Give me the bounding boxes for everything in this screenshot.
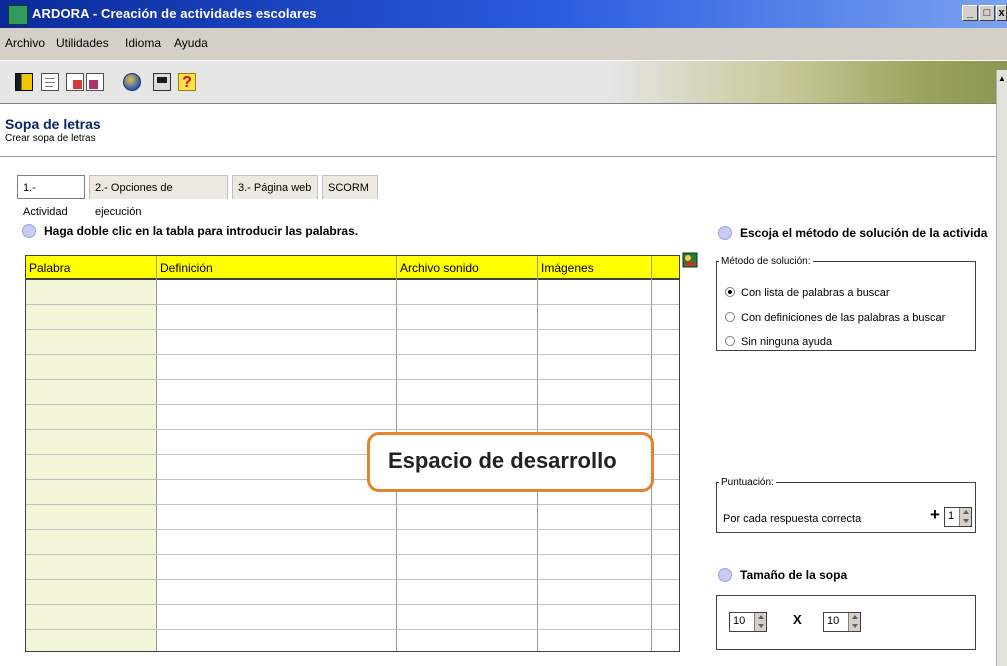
width-stepper[interactable]: 10	[729, 612, 767, 632]
row-line	[26, 579, 679, 580]
score-spin-buttons[interactable]	[959, 508, 971, 526]
radio-no-help-label: Sin ninguna ayuda	[741, 336, 833, 348]
row-line	[26, 354, 679, 355]
copy-pages-icon[interactable]	[66, 73, 84, 91]
minimize-button[interactable]: _	[962, 5, 978, 21]
row-line	[26, 529, 679, 530]
row-line	[26, 429, 679, 430]
row-line	[26, 629, 679, 630]
tab-pagina-web[interactable]: 3.- Página web	[232, 175, 318, 199]
close-button[interactable]: x	[996, 5, 1007, 21]
callout-text: Espacio de desarrollo	[388, 448, 617, 473]
size-group: 10 X 10	[716, 595, 976, 650]
menu-idioma[interactable]: Idioma	[125, 36, 161, 50]
tab-scorm[interactable]: SCORM	[322, 175, 378, 199]
vertical-scrollbar[interactable]: ▲	[996, 70, 1007, 666]
window-title: ARDORA - Creación de actividades escolar…	[32, 6, 317, 21]
col-palabra[interactable]: Palabra	[29, 261, 70, 275]
development-space-callout: Espacio de desarrollo	[367, 432, 654, 492]
instruction-method: Escoja el método de solución de la activ…	[740, 226, 988, 240]
score-value[interactable]: 1	[948, 510, 954, 522]
radio-definitions-label: Con definiciones de las palabras a busca…	[741, 312, 946, 324]
section-header: Sopa de letras Crear sopa de letras	[0, 104, 1000, 157]
solution-legend: Método de solución:	[721, 256, 811, 267]
tab-actividad[interactable]: 1.- Actividad	[17, 175, 85, 218]
new-page-icon[interactable]	[41, 73, 59, 91]
help-icon[interactable]: ?	[178, 73, 196, 91]
row-line	[26, 554, 679, 555]
app-icon	[8, 5, 28, 25]
book-icon[interactable]	[15, 73, 33, 91]
radio-selected-icon[interactable]	[725, 287, 735, 297]
score-stepper[interactable]: 1	[944, 507, 972, 527]
row-line	[26, 604, 679, 605]
col-imagenes[interactable]: Imágenes	[541, 261, 594, 275]
row-line	[26, 404, 679, 405]
width-value[interactable]: 10	[733, 615, 745, 627]
step-1-icon	[22, 224, 36, 238]
score-legend: Puntuación:	[721, 477, 774, 488]
height-value[interactable]: 10	[827, 615, 839, 627]
menu-archivo[interactable]: Archivo	[5, 36, 45, 50]
image-import-icon[interactable]	[682, 252, 698, 268]
step-3-icon	[718, 568, 732, 582]
row-line	[26, 329, 679, 330]
col-definicion[interactable]: Definición	[160, 261, 213, 275]
height-stepper[interactable]: 10	[823, 612, 861, 632]
menu-utilidades[interactable]: Utilidades	[56, 36, 109, 50]
table-header: Palabra Definición Archivo sonido Imágen…	[26, 256, 679, 280]
width-spin-buttons[interactable]	[754, 613, 766, 631]
menu-ayuda[interactable]: Ayuda	[174, 36, 208, 50]
radio-icon[interactable]	[725, 336, 735, 346]
radio-word-list-label: Con lista de palabras a buscar	[741, 287, 890, 299]
paste-pages-icon[interactable]	[86, 73, 104, 91]
title-bar: ARDORA - Creación de actividades escolar…	[0, 0, 1007, 28]
plus-sign: +	[930, 505, 940, 524]
restore-button[interactable]: □	[979, 5, 995, 21]
toolbar: ?	[0, 60, 1007, 104]
word-column-fill	[26, 280, 156, 651]
row-line	[26, 379, 679, 380]
instruction-words: Haga doble clic en la tabla para introdu…	[44, 224, 359, 238]
score-group: Puntuación: Por cada respuesta correcta …	[716, 477, 976, 533]
section-title: Sopa de letras	[5, 116, 101, 132]
radio-icon[interactable]	[725, 312, 735, 322]
col-archivo-sonido[interactable]: Archivo sonido	[400, 261, 479, 275]
section-subtitle: Crear sopa de letras	[5, 133, 96, 144]
printer-icon[interactable]	[153, 73, 171, 91]
step-2-icon	[718, 226, 732, 240]
radio-no-help[interactable]: Sin ninguna ayuda	[725, 336, 832, 348]
row-line	[26, 304, 679, 305]
times-sign: X	[793, 612, 802, 627]
radio-word-list[interactable]: Con lista de palabras a buscar	[725, 287, 890, 299]
globe-icon[interactable]	[123, 73, 141, 91]
row-line	[26, 504, 679, 505]
tab-opciones-ejecucion[interactable]: 2.- Opciones de ejecución	[89, 175, 228, 218]
radio-definitions[interactable]: Con definiciones de las palabras a busca…	[725, 312, 945, 324]
scroll-up-arrow-icon[interactable]: ▲	[998, 74, 1006, 83]
solution-method-group: Método de solución: Con lista de palabra…	[716, 256, 976, 351]
size-heading: Tamaño de la sopa	[740, 568, 848, 582]
score-label: Por cada respuesta correcta	[723, 513, 862, 525]
height-spin-buttons[interactable]	[848, 613, 860, 631]
menu-bar: Archivo Utilidades Idioma Ayuda	[0, 28, 1007, 60]
